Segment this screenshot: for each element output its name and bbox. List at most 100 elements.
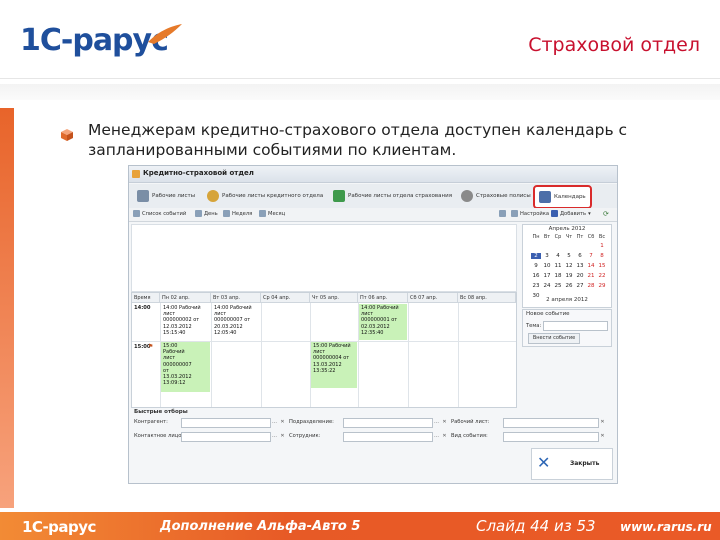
mini-calendar-day[interactable]: 23	[531, 283, 541, 289]
calendar-event[interactable]: 15:00 Рабочий лист 000000007 от 13.03.20…	[161, 342, 210, 392]
settings-label: Настройка	[520, 210, 550, 217]
month-view-label: Месяц	[268, 210, 286, 217]
ellipsis-button[interactable]: …	[271, 432, 278, 440]
mini-calendar-day[interactable]: 5	[564, 253, 574, 259]
slide-title: Страховой отдел	[528, 34, 700, 56]
add-event-button[interactable]: Добавить ▾	[551, 210, 591, 217]
grid-column-line	[408, 303, 409, 407]
add-event-label: Добавить	[560, 210, 587, 217]
mini-calendar-day[interactable]: 8	[597, 253, 607, 259]
calendar-toolbar: Список событий День Неделя Месяц Настрой…	[129, 208, 617, 222]
worksheet-field[interactable]	[503, 418, 599, 428]
mini-calendar-day[interactable]: 27	[575, 283, 585, 289]
chevron-down-icon: ▾	[588, 210, 591, 217]
mini-calendar-day[interactable]: 9	[531, 263, 541, 269]
new-event-title: Новое событие	[526, 311, 570, 317]
weekday-label: Сб	[587, 234, 595, 240]
department-field[interactable]	[343, 418, 433, 428]
close-button[interactable]: ✕ Закрыть	[531, 448, 613, 480]
calendar-event[interactable]: 14:00 Рабочий лист 000000002 от 12.03.20…	[161, 304, 210, 340]
clear-icon[interactable]: ✕	[599, 418, 606, 426]
day-icon	[195, 210, 202, 217]
week-view-button[interactable]: Неделя	[223, 210, 252, 217]
mini-calendar-day[interactable]: 25	[553, 283, 563, 289]
ellipsis-button[interactable]: …	[271, 418, 278, 426]
print-button[interactable]	[499, 210, 506, 217]
worksheet-label: Рабочий лист:	[451, 419, 490, 425]
app-window: Кредитно-страховой отдел Рабочие листы Р…	[128, 165, 618, 484]
mini-calendar-day[interactable]: 7	[586, 253, 596, 259]
mini-calendar-day[interactable]: 4	[553, 253, 563, 259]
calendar-event[interactable]: 14:00 Рабочий лист 000000001 от 02.03.20…	[359, 304, 407, 340]
settings-button[interactable]: Настройка	[511, 210, 549, 217]
calendar-event[interactable]: 14:00 Рабочий лист 000000007 от 20.03.20…	[212, 304, 260, 340]
mini-calendar-day[interactable]: 19	[564, 273, 574, 279]
mini-calendar-day[interactable]: 28	[586, 283, 596, 289]
clear-icon[interactable]: ✕	[599, 432, 606, 440]
department-label: Подразделение:	[289, 419, 334, 425]
mini-calendar-day[interactable]: 1	[597, 243, 607, 249]
mini-calendar-day[interactable]: 11	[553, 263, 563, 269]
mini-calendar-day[interactable]: 14	[586, 263, 596, 269]
footer-logo: 1С-рарус	[22, 518, 96, 536]
contact-field[interactable]	[181, 432, 271, 442]
clear-icon[interactable]: ✕	[279, 418, 286, 426]
tab-label: Календарь	[554, 194, 586, 200]
mini-calendar-day[interactable]: 12	[564, 263, 574, 269]
counterparty-field[interactable]	[181, 418, 271, 428]
mini-calendar-day[interactable]: 26	[564, 283, 574, 289]
grid-day-header: Вт 03 апр.	[211, 293, 261, 303]
mini-calendar-day[interactable]: 18	[553, 273, 563, 279]
mini-calendar-day[interactable]: 21	[586, 273, 596, 279]
tab-insurance-policies[interactable]: Страховые полисы	[461, 187, 531, 205]
ellipsis-button[interactable]: …	[433, 432, 440, 440]
mini-calendar-day[interactable]: 10	[542, 263, 552, 269]
mini-calendar-day[interactable]: 20	[575, 273, 585, 279]
grid-day-header: Пт 06 апр.	[358, 293, 408, 303]
event-type-label: Вид события:	[451, 433, 488, 439]
grid-time-header: Время	[132, 293, 160, 303]
list-view-button[interactable]: Список событий	[133, 210, 186, 217]
grid-day-header: Вс 08 апр.	[458, 293, 516, 303]
mini-calendar-day[interactable]: 16	[531, 273, 541, 279]
month-icon	[259, 210, 266, 217]
calendar-event[interactable]: 15:00 Рабочий лист 000000004 от 13.03.20…	[311, 342, 357, 388]
employee-field[interactable]	[343, 432, 433, 442]
website-url[interactable]: www.rarus.ru	[620, 520, 712, 534]
logo-text: 1С-рарус	[20, 23, 168, 58]
tab-insurance-worksheets[interactable]: Рабочие листы отдела страхования	[333, 187, 452, 205]
mini-calendar-day[interactable]: 29	[597, 283, 607, 289]
tab-credit-worksheets[interactable]: Рабочие листы кредитного отдела	[207, 187, 323, 205]
mini-calendar-day[interactable]: 13	[575, 263, 585, 269]
tab-worksheets[interactable]: Рабочие листы	[137, 187, 195, 205]
day-view-button[interactable]: День	[195, 210, 218, 217]
mini-calendar-day[interactable]: 6	[575, 253, 585, 259]
contact-label: Контактное лицо:	[134, 433, 184, 439]
mini-calendar-day[interactable]: 22	[597, 273, 607, 279]
mini-calendar-day[interactable]: 15	[597, 263, 607, 269]
tab-calendar[interactable]: Календарь	[533, 185, 592, 209]
clear-icon[interactable]: ✕	[441, 418, 448, 426]
week-grid: Время Пн 02 апр. Вт 03 апр. Ср 04 апр. Ч…	[131, 292, 517, 408]
mini-calendar-day[interactable]: 2	[531, 253, 541, 259]
add-event-submit-button[interactable]: Внести событие	[528, 333, 580, 344]
month-view-button[interactable]: Месяц	[259, 210, 285, 217]
ellipsis-button[interactable]: …	[433, 418, 440, 426]
event-type-field[interactable]	[503, 432, 599, 442]
tab-label: Рабочие листы отдела страхования	[348, 193, 452, 199]
clear-icon[interactable]: ✕	[441, 432, 448, 440]
refresh-button[interactable]: ⟳	[603, 210, 609, 218]
mini-calendar-day[interactable]: 17	[542, 273, 552, 279]
mini-calendar-day[interactable]: 30	[531, 293, 541, 299]
alarm-icon: ⚑	[148, 343, 154, 350]
weekday-label: Чт	[565, 234, 573, 240]
bullet-text: Менеджерам кредитно-страхового отдела до…	[88, 121, 628, 159]
clear-icon[interactable]: ✕	[279, 432, 286, 440]
mini-calendar-day[interactable]: 3	[542, 253, 552, 259]
topic-input[interactable]	[543, 321, 608, 331]
mini-calendar-day[interactable]: 24	[542, 283, 552, 289]
company-logo: 1С-рарус	[20, 20, 190, 60]
grid-day-header: Чт 05 апр.	[310, 293, 358, 303]
list-view-label: Список событий	[142, 210, 187, 217]
employee-label: Сотрудник:	[289, 433, 321, 439]
